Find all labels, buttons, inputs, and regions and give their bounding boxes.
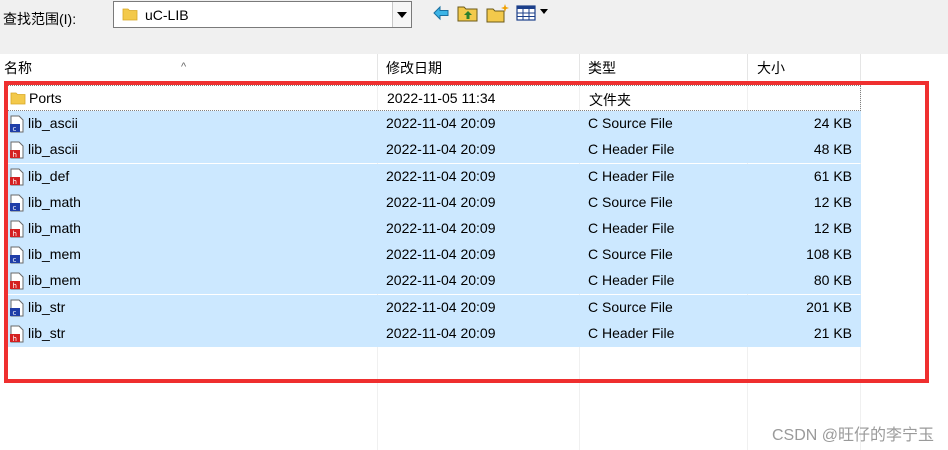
file-name: lib_str: [28, 298, 66, 315]
file-row[interactable]: h lib_math 2022-11-04 20:09 C Header File 12…: [5, 216, 861, 242]
file-size: 201 KB: [806, 298, 852, 315]
up-folder-icon[interactable]: [457, 3, 479, 28]
file-row[interactable]: c lib_str 2022-11-04 20:09 C Source File 201…: [5, 294, 861, 321]
back-arrow-icon[interactable]: [431, 3, 451, 28]
file-date: 2022-11-04 20:09: [386, 272, 496, 289]
file-date: 2022-11-04 20:09: [386, 167, 496, 184]
c-header-file-icon: h: [9, 141, 25, 162]
file-type: C Header File: [588, 220, 675, 236]
svg-text:c: c: [13, 256, 17, 264]
watermark: CSDN @旺仔的李宁玉: [771, 427, 934, 444]
c-header-file-icon: h: [9, 168, 25, 189]
file-row[interactable]: h lib_ascii 2022-11-04 20:09 C Header File 4…: [5, 137, 861, 164]
file-dialog: 查找范围(I): uC-LIB 名称 ^ 修改日期 类型 大小 Ports 20…: [0, 0, 948, 450]
file-row[interactable]: c lib_math 2022-11-04 20:09 C Source File 12…: [5, 189, 861, 216]
c-header-file-icon: h: [9, 272, 25, 293]
file-size: 61 KB: [813, 167, 852, 184]
toolbar: 查找范围(I): uC-LIB: [0, 0, 948, 54]
file-size: 80 KB: [813, 272, 852, 289]
file-name: lib_mem: [28, 272, 81, 289]
file-row[interactable]: h lib_mem 2022-11-04 20:09 C Header File 80 …: [5, 268, 861, 295]
c-header-file-icon: h: [9, 220, 25, 241]
file-type: C Source File: [588, 193, 673, 210]
file-date: 2022-11-04 20:09: [386, 324, 496, 341]
svg-text:h: h: [13, 335, 17, 343]
new-folder-icon[interactable]: [486, 3, 510, 28]
chevron-down-icon: [397, 12, 407, 18]
column-header-name[interactable]: 名称 ^: [0, 54, 378, 80]
svg-text:h: h: [13, 282, 17, 290]
column-name-label: 名称: [4, 60, 32, 76]
file-type: C Source File: [588, 115, 673, 132]
file-date: 2022-11-04 20:09: [386, 193, 496, 210]
file-row[interactable]: h lib_def 2022-11-04 20:09 C Header File 61 …: [5, 163, 861, 190]
c-source-file-icon: c: [9, 299, 25, 320]
look-in-combobox[interactable]: uC-LIB: [113, 1, 412, 28]
folder-row[interactable]: Ports 2022-11-05 11:34 文件夹: [5, 85, 861, 111]
file-row[interactable]: c lib_ascii 2022-11-04 20:09 C Source File 2…: [5, 111, 861, 138]
file-size: 12 KB: [813, 193, 852, 210]
file-row[interactable]: c lib_mem 2022-11-04 20:09 C Source File 108…: [5, 242, 861, 269]
file-type: C Header File: [588, 141, 675, 158]
column-header: 名称 ^ 修改日期 类型 大小: [0, 54, 948, 80]
file-date: 2022-11-04 20:09: [386, 141, 496, 158]
sort-ascending-icon: ^: [181, 61, 187, 73]
column-header-type[interactable]: 类型: [580, 54, 748, 80]
file-row[interactable]: h lib_str 2022-11-04 20:09 C Header File 21 …: [5, 320, 861, 347]
file-name: lib_math: [28, 220, 81, 236]
file-date: 2022-11-04 20:09: [386, 115, 496, 132]
column-size-label: 大小: [757, 60, 785, 76]
c-header-file-icon: h: [9, 325, 25, 346]
file-size: 108 KB: [806, 246, 852, 263]
file-type: C Header File: [588, 272, 675, 289]
file-date: 2022-11-04 20:09: [386, 246, 496, 263]
file-size: 12 KB: [813, 220, 852, 236]
file-date: 2022-11-05 11:34: [387, 90, 496, 106]
folder-icon: [122, 6, 138, 27]
column-date-label: 修改日期: [386, 60, 442, 76]
file-size: 21 KB: [813, 324, 852, 341]
c-source-file-icon: c: [9, 246, 25, 267]
file-type: C Source File: [588, 246, 673, 263]
file-type: 文件夹: [589, 92, 631, 108]
c-source-file-icon: c: [9, 115, 25, 136]
file-name: Ports: [29, 90, 62, 106]
look-in-label: 查找范围(I):: [3, 11, 77, 27]
column-header-size[interactable]: 大小: [748, 54, 861, 80]
file-size: 24 KB: [813, 115, 852, 132]
view-menu-icon[interactable]: [516, 3, 552, 28]
file-name: lib_mem: [28, 246, 81, 263]
column-type-label: 类型: [588, 60, 616, 76]
folder-icon: [10, 90, 26, 109]
file-type: C Header File: [588, 167, 675, 184]
file-size: 48 KB: [813, 141, 852, 158]
file-date: 2022-11-04 20:09: [386, 298, 496, 315]
svg-text:c: c: [13, 204, 17, 212]
svg-text:h: h: [13, 230, 17, 238]
current-folder-name: uC-LIB: [145, 7, 189, 23]
svg-text:h: h: [13, 178, 17, 186]
file-name: lib_ascii: [28, 115, 78, 132]
file-name: lib_ascii: [28, 141, 78, 158]
c-source-file-icon: c: [9, 194, 25, 215]
column-header-date[interactable]: 修改日期: [378, 54, 580, 80]
file-type: C Source File: [588, 298, 673, 315]
file-name: lib_def: [28, 167, 70, 184]
svg-text:c: c: [13, 125, 17, 133]
svg-text:c: c: [13, 309, 17, 317]
file-date: 2022-11-04 20:09: [386, 220, 496, 236]
svg-text:h: h: [13, 151, 17, 159]
file-type: C Header File: [588, 324, 675, 341]
file-name: lib_math: [28, 193, 81, 210]
file-name: lib_str: [28, 324, 66, 341]
combobox-dropdown-button[interactable]: [392, 2, 411, 27]
